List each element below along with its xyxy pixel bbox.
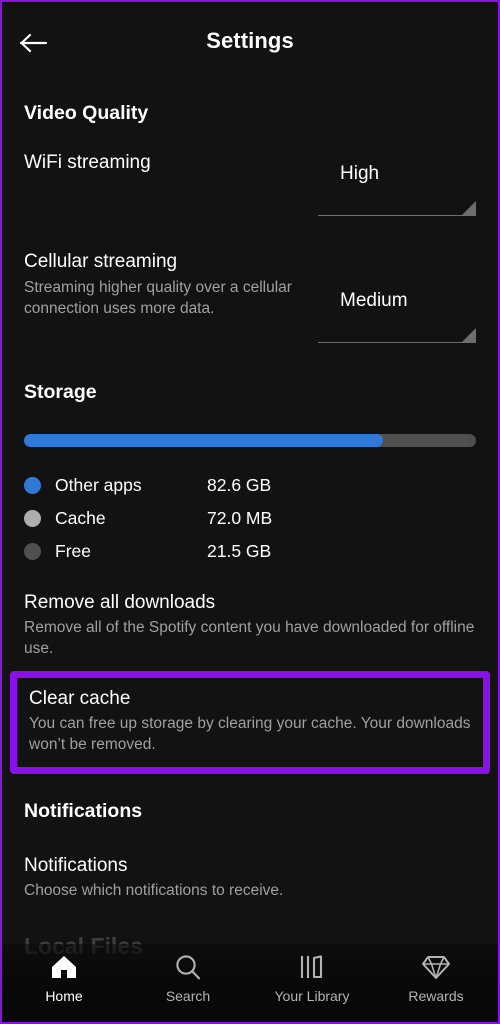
app-header: Settings — [2, 2, 498, 82]
section-heading-notifications: Notifications — [24, 800, 143, 822]
remove-all-downloads-title: Remove all downloads — [24, 592, 216, 613]
clear-cache-title: Clear cache — [29, 688, 131, 709]
storage-usage-bar — [24, 434, 476, 447]
legend-dot-cache — [24, 510, 41, 527]
section-heading-video-quality: Video Quality — [24, 102, 149, 124]
chevron-down-icon — [462, 328, 476, 342]
wifi-quality-dropdown[interactable]: High — [318, 151, 476, 216]
setting-label-wifi-streaming: WiFi streaming — [24, 152, 151, 173]
setting-text-cellular: Cellular streaming Streaming higher qual… — [24, 250, 300, 319]
chevron-down-icon — [462, 201, 476, 215]
setting-label-cellular-streaming: Cellular streaming — [24, 251, 178, 272]
legend-dot-free — [24, 543, 41, 560]
storage-legend-item-cache: Cache 72.0 MB — [24, 502, 476, 535]
nav-item-search[interactable]: Search — [126, 952, 250, 1004]
legend-label-other-apps: Other apps — [55, 475, 142, 495]
setting-row-cellular-streaming[interactable]: Cellular streaming Streaming higher qual… — [24, 250, 476, 343]
nav-label-your-library: Your Library — [274, 988, 350, 1004]
diamond-icon — [421, 952, 451, 982]
cellular-quality-dropdown[interactable]: Medium — [318, 278, 476, 343]
storage-legend-item-other-apps: Other apps 82.6 GB — [24, 469, 476, 502]
nav-label-rewards: Rewards — [408, 988, 464, 1004]
notifications-item-title: Notifications — [24, 855, 128, 876]
clear-cache-highlight-annotation: Clear cache You can free up storage by c… — [10, 671, 490, 774]
library-icon — [298, 952, 326, 982]
storage-legend-item-free: Free 21.5 GB — [24, 535, 476, 568]
clear-cache-button[interactable]: Clear cache You can free up storage by c… — [29, 686, 471, 755]
legend-label-free: Free — [55, 541, 91, 561]
settings-content[interactable]: Video Quality WiFi streaming High Cellul… — [2, 82, 498, 1022]
setting-desc-cellular-streaming: Streaming higher quality over a cellular… — [24, 279, 292, 317]
nav-label-search: Search — [165, 988, 211, 1004]
nav-item-your-library[interactable]: Your Library — [250, 952, 374, 1004]
wifi-quality-value: High — [340, 163, 380, 184]
section-heading-storage: Storage — [24, 381, 97, 403]
notifications-setting-button[interactable]: Notifications Choose which notifications… — [24, 853, 476, 901]
page-title: Settings — [206, 28, 294, 53]
legend-value-other-apps: 82.6 GB — [207, 475, 272, 495]
legend-label-cache: Cache — [55, 508, 106, 528]
legend-dot-other-apps — [24, 477, 41, 494]
bottom-navigation-bar: Home Search Your Library Rewards — [2, 944, 498, 1022]
nav-item-home[interactable]: Home — [2, 952, 126, 1004]
storage-usage-bar-fill — [24, 434, 384, 447]
notifications-item-desc: Choose which notifications to receive. — [24, 882, 284, 899]
legend-value-cache: 72.0 MB — [207, 508, 273, 528]
setting-row-wifi-streaming[interactable]: WiFi streaming High — [24, 151, 476, 216]
nav-label-home: Home — [45, 988, 83, 1004]
settings-screen: Settings Video Quality WiFi streaming Hi… — [0, 0, 500, 1024]
home-icon — [50, 952, 78, 982]
setting-text-wifi: WiFi streaming — [24, 151, 300, 175]
remove-all-downloads-desc: Remove all of the Spotify content you ha… — [24, 619, 475, 657]
nav-item-rewards[interactable]: Rewards — [374, 952, 498, 1004]
remove-all-downloads-button[interactable]: Remove all downloads Remove all of the S… — [24, 590, 476, 659]
cellular-quality-value: Medium — [340, 290, 408, 311]
search-icon — [174, 952, 202, 982]
legend-value-free: 21.5 GB — [207, 541, 272, 561]
clear-cache-desc: You can free up storage by clearing your… — [29, 715, 471, 753]
